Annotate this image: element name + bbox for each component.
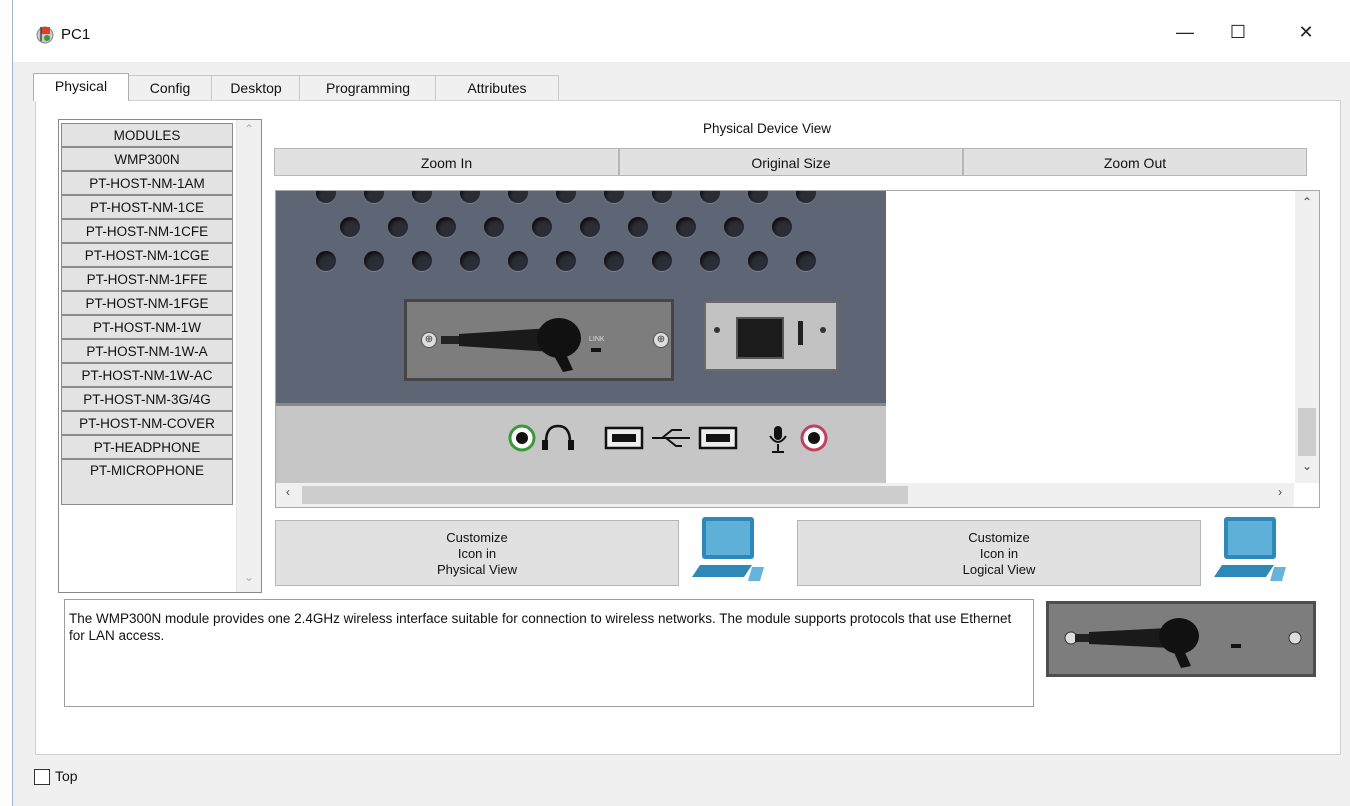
list-item[interactable]: PT-HOST-NM-1W — [61, 315, 233, 339]
list-item[interactable]: PT-HOST-NM-1CFE — [61, 219, 233, 243]
module-description: The WMP300N module provides one 2.4GHz w… — [64, 599, 1034, 707]
pc-chassis-image: ⊕ LINK ⊕ — [276, 191, 886, 484]
physical-tab-panel: MODULES WMP300N PT-HOST-NM-1AM PT-HOST-N… — [35, 100, 1341, 755]
maximize-button[interactable]: ☐ — [1215, 14, 1261, 50]
close-button[interactable]: ✕ — [1283, 14, 1329, 50]
list-item[interactable]: WMP300N — [61, 147, 233, 171]
modules-list[interactable]: MODULES WMP300N PT-HOST-NM-1AM PT-HOST-N… — [58, 119, 262, 593]
maximize-icon: ☐ — [1229, 21, 1247, 42]
tab-config[interactable]: Config — [127, 75, 213, 100]
pc-physical-icon — [692, 517, 764, 581]
list-item[interactable]: PT-HOST-NM-1FFE — [61, 267, 233, 291]
scroll-up-icon[interactable]: ⌃ — [1295, 195, 1319, 215]
front-io-panel — [276, 403, 886, 484]
customize-logical-icon-button[interactable]: Customize Icon in Logical View — [797, 520, 1201, 586]
customize-physical-icon-button[interactable]: Customize Icon in Physical View — [275, 520, 679, 586]
physical-device-viewport[interactable]: ⊕ LINK ⊕ ⌃ ⌄ ‹ › — [275, 190, 1320, 508]
viewport-vertical-scrollbar[interactable]: ⌃ ⌄ — [1295, 191, 1319, 483]
zoom-in-button[interactable]: Zoom In — [274, 148, 619, 176]
packet-tracer-app-icon — [36, 26, 54, 44]
module-preview-image — [1046, 601, 1316, 677]
list-item[interactable]: PT-HOST-NM-1CGE — [61, 243, 233, 267]
list-item[interactable]: PT-HOST-NM-1FGE — [61, 291, 233, 315]
scroll-down-icon[interactable]: ⌄ — [237, 570, 261, 590]
scroll-thumb[interactable] — [1298, 408, 1316, 456]
tab-programming[interactable]: Programming — [299, 75, 437, 100]
wmp300n-module-card[interactable]: ⊕ LINK ⊕ — [404, 299, 674, 381]
list-item[interactable]: PT-HOST-NM-COVER — [61, 411, 233, 435]
original-size-button[interactable]: Original Size — [619, 148, 963, 176]
top-checkbox-label[interactable]: Top — [55, 768, 78, 784]
background-edge — [0, 0, 12, 806]
minimize-button[interactable]: — — [1162, 14, 1208, 50]
list-item[interactable]: PT-HOST-NM-3G/4G — [61, 387, 233, 411]
scroll-right-icon[interactable]: › — [1268, 485, 1292, 505]
tab-attributes[interactable]: Attributes — [435, 75, 559, 100]
list-item[interactable]: PT-HOST-NM-1AM — [61, 171, 233, 195]
tab-physical[interactable]: Physical — [33, 73, 129, 101]
pc1-window: PC1 — ☐ ✕ Physical Config Desktop Progra… — [12, 0, 1350, 806]
list-item[interactable]: PT-HOST-NM-1W-A — [61, 339, 233, 363]
window-title: PC1 — [61, 26, 91, 43]
zoom-out-button[interactable]: Zoom Out — [963, 148, 1307, 176]
list-item[interactable]: PT-HOST-NM-1W-AC — [61, 363, 233, 387]
tab-desktop[interactable]: Desktop — [211, 75, 301, 100]
list-item[interactable]: PT-HEADPHONE — [61, 435, 233, 459]
viewport-horizontal-scrollbar[interactable]: ‹ › — [276, 483, 1294, 507]
title-bar: PC1 — ☐ ✕ — [13, 0, 1350, 62]
modules-header: MODULES — [61, 123, 233, 147]
scroll-thumb[interactable] — [302, 486, 908, 504]
pc-logical-icon — [1214, 517, 1286, 581]
minimize-icon: — — [1176, 21, 1194, 42]
scroll-left-icon[interactable]: ‹ — [276, 485, 300, 505]
physical-device-view-title: Physical Device View — [703, 121, 832, 136]
close-icon: ✕ — [1298, 21, 1314, 42]
link-led-label: LINK — [589, 336, 605, 343]
ethernet-port-card[interactable] — [704, 301, 838, 371]
scroll-down-icon[interactable]: ⌄ — [1295, 459, 1319, 479]
scroll-up-icon[interactable]: ⌃ — [237, 122, 261, 142]
list-item[interactable]: PT-MICROPHONE — [61, 459, 233, 505]
modules-scrollbar[interactable]: ⌃ ⌄ — [236, 120, 261, 592]
list-item[interactable]: PT-HOST-NM-1CE — [61, 195, 233, 219]
top-checkbox[interactable] — [34, 769, 50, 785]
